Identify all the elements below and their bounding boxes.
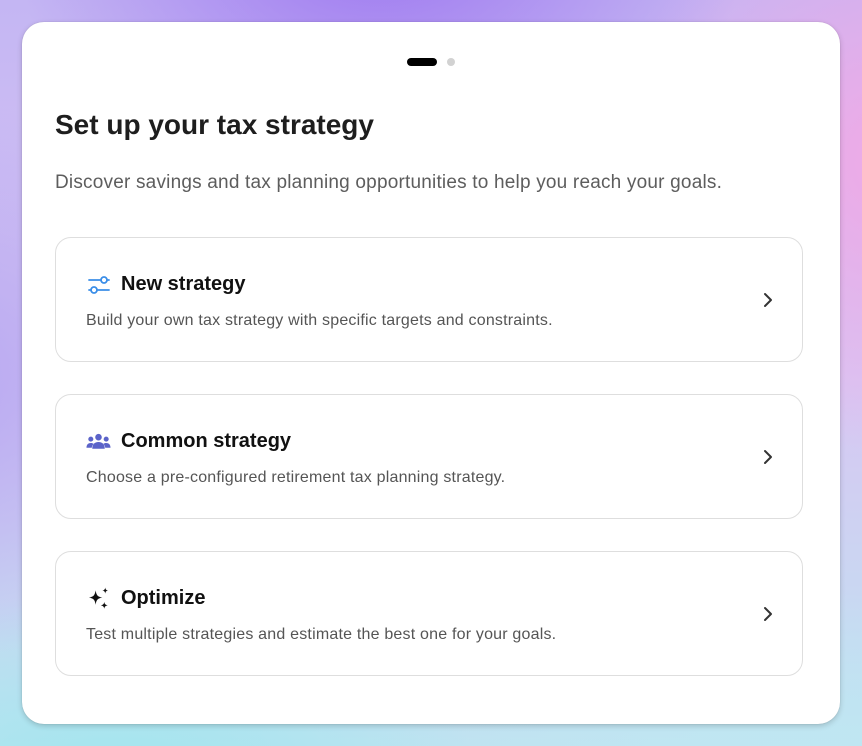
chevron-right-icon (764, 450, 772, 464)
option-new-strategy[interactable]: New strategy Build your own tax strategy… (55, 237, 803, 362)
option-title: Optimize (121, 587, 206, 609)
option-description: Test multiple strategies and estimate th… (86, 626, 557, 643)
pager-dot-1[interactable] (407, 58, 437, 66)
option-common-strategy[interactable]: Common strategy Choose a pre-configured … (55, 394, 803, 519)
option-title: New strategy (121, 273, 246, 295)
setup-card: Set up your tax strategy Discover saving… (22, 22, 840, 724)
page-subtitle: Discover savings and tax planning opport… (55, 172, 723, 193)
option-header: New strategy (86, 272, 246, 297)
option-description: Choose a pre-configured retirement tax p… (86, 469, 506, 486)
chevron-right-icon (764, 293, 772, 307)
chevron-right-icon (764, 607, 772, 621)
sparkles-icon (86, 586, 111, 611)
sliders-icon (86, 272, 111, 297)
step-pager (22, 58, 840, 66)
option-title: Common strategy (121, 430, 292, 452)
option-optimize[interactable]: Optimize Test multiple strategies and es… (55, 551, 803, 676)
pager-dot-2[interactable] (447, 58, 455, 66)
people-group-icon (86, 429, 111, 454)
option-header: Optimize (86, 586, 205, 611)
page-title: Set up your tax strategy (55, 109, 374, 140)
option-header: Common strategy (86, 429, 291, 454)
option-description: Build your own tax strategy with specifi… (86, 312, 553, 329)
